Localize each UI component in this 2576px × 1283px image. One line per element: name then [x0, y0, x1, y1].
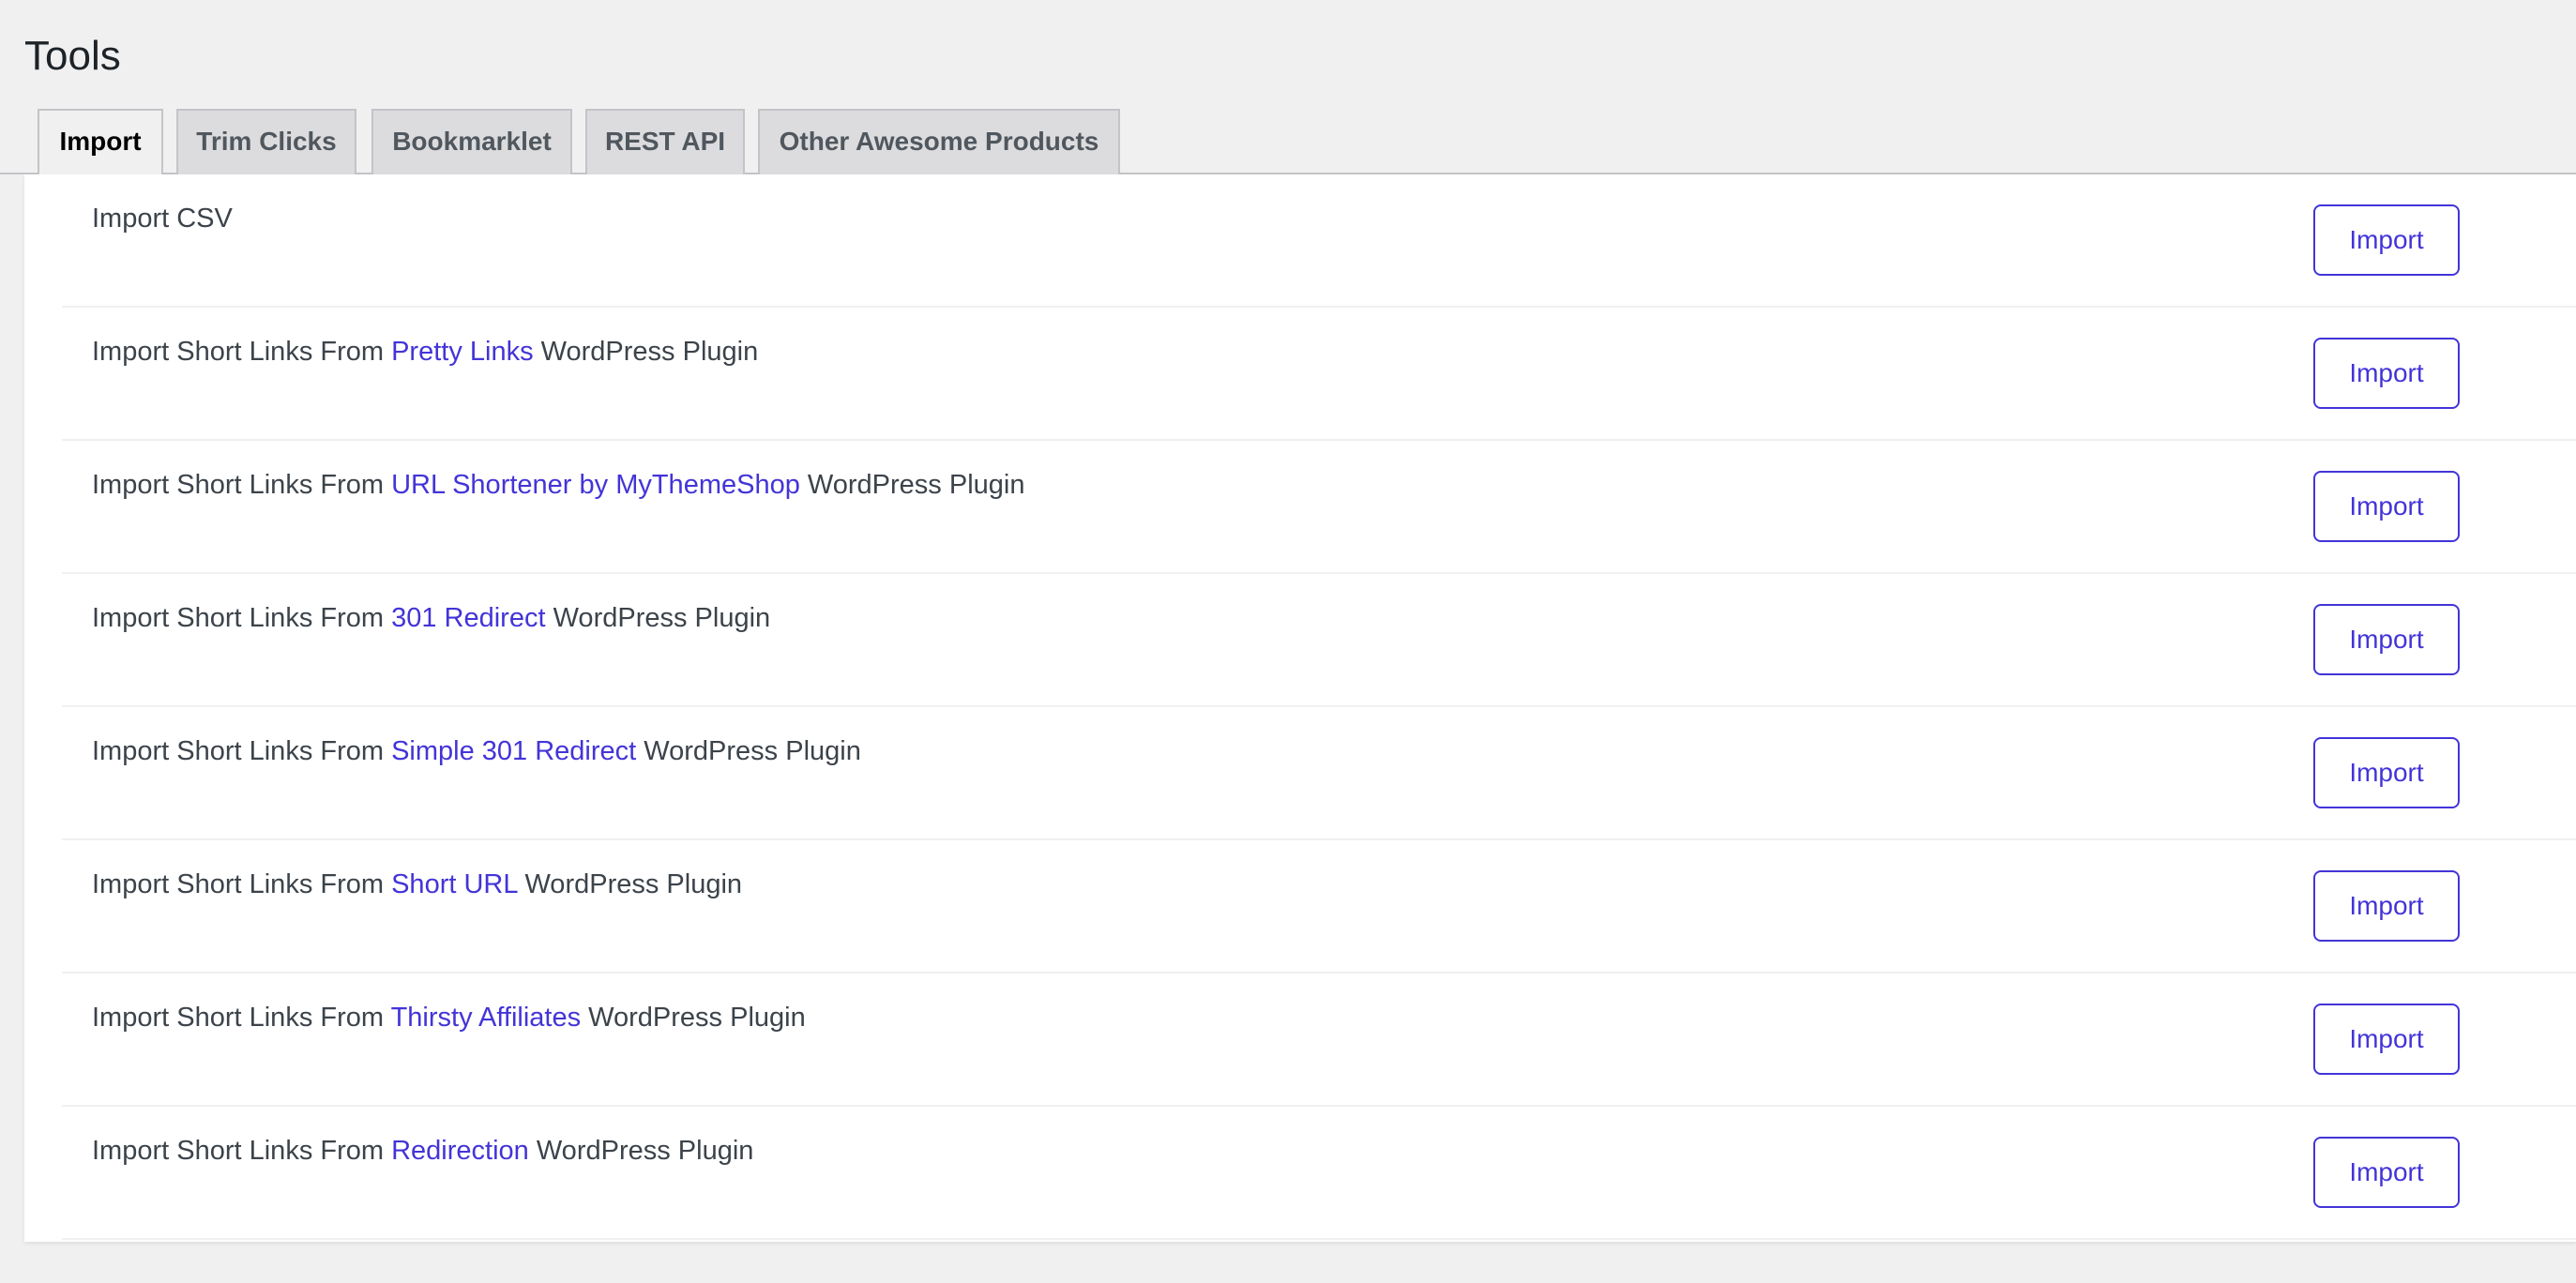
tab-import[interactable]: Import — [38, 109, 163, 176]
import-row-suffix: WordPress Plugin — [581, 1003, 806, 1033]
page-title: Tools — [24, 33, 121, 79]
import-row-label: Import Short Links From 301 Redirect Wor… — [92, 600, 770, 636]
url-shortener-plugin-link[interactable]: URL Shortener by MyThemeShop — [391, 470, 800, 500]
import-301-redirect-button[interactable]: Import — [2313, 604, 2460, 675]
thirsty-affiliates-plugin-link[interactable]: Thirsty Affiliates — [391, 1003, 582, 1033]
tab-rest-api[interactable]: REST API — [585, 109, 745, 174]
301-redirect-plugin-link[interactable]: 301 Redirect — [391, 603, 545, 633]
import-row-suffix: WordPress Plugin — [517, 869, 743, 899]
tab-bar: Import Trim Clicks Bookmarklet REST API … — [0, 109, 2576, 176]
simple-301-redirect-plugin-link[interactable]: Simple 301 Redirect — [391, 736, 636, 766]
import-row-suffix: WordPress Plugin — [799, 470, 1025, 500]
import-row-label: Import Short Links From Thirsty Affiliat… — [92, 1000, 806, 1035]
import-row-301-redirect: Import Short Links From 301 Redirect Wor… — [62, 574, 2576, 707]
import-csv-button[interactable]: Import — [2313, 204, 2460, 276]
import-pretty-links-button[interactable]: Import — [2313, 338, 2460, 409]
import-row-label: Import Short Links From Pretty Links Wor… — [92, 334, 758, 370]
import-row-redirection: Import Short Links From Redirection Word… — [62, 1107, 2576, 1240]
import-row-csv: Import CSV Import — [62, 174, 2576, 308]
tab-trim-clicks[interactable]: Trim Clicks — [176, 109, 356, 174]
import-row-label: Import Short Links From Redirection Word… — [92, 1133, 753, 1169]
import-row-suffix: WordPress Plugin — [528, 1136, 754, 1166]
tab-bookmarklet[interactable]: Bookmarklet — [371, 109, 572, 174]
import-row-prefix: Import Short Links From — [92, 470, 392, 500]
import-row-suffix: WordPress Plugin — [533, 337, 759, 367]
import-row-prefix: Import Short Links From — [92, 1003, 391, 1033]
import-row-simple-301-redirect: Import Short Links From Simple 301 Redir… — [62, 707, 2576, 840]
import-row-pretty-links: Import Short Links From Pretty Links Wor… — [62, 308, 2576, 441]
redirection-plugin-link[interactable]: Redirection — [391, 1136, 529, 1166]
import-row-short-url: Import Short Links From Short URL WordPr… — [62, 840, 2576, 974]
import-thirsty-affiliates-button[interactable]: Import — [2313, 1004, 2460, 1075]
pretty-links-plugin-link[interactable]: Pretty Links — [391, 337, 534, 367]
import-row-prefix: Import Short Links From — [92, 337, 392, 367]
import-row-prefix: Import Short Links From — [92, 1136, 392, 1166]
import-panel: Import CSV Import Import Short Links Fro… — [24, 174, 2576, 1242]
import-redirection-button[interactable]: Import — [2313, 1137, 2460, 1208]
import-row-label: Import Short Links From Simple 301 Redir… — [92, 733, 861, 769]
import-row-thirsty-affiliates: Import Short Links From Thirsty Affiliat… — [62, 974, 2576, 1107]
import-row-prefix: Import CSV — [92, 204, 233, 234]
import-row-url-shortener: Import Short Links From URL Shortener by… — [62, 441, 2576, 574]
import-url-shortener-button[interactable]: Import — [2313, 471, 2460, 542]
short-url-plugin-link[interactable]: Short URL — [391, 869, 517, 899]
import-row-label: Import CSV — [92, 201, 233, 236]
import-simple-301-redirect-button[interactable]: Import — [2313, 737, 2460, 808]
import-short-url-button[interactable]: Import — [2313, 870, 2460, 942]
tab-other-awesome-products[interactable]: Other Awesome Products — [758, 109, 1120, 174]
import-row-label: Import Short Links From URL Shortener by… — [92, 467, 1024, 503]
import-row-prefix: Import Short Links From — [92, 736, 392, 766]
import-row-label: Import Short Links From Short URL WordPr… — [92, 867, 742, 902]
import-row-prefix: Import Short Links From — [92, 603, 392, 633]
import-row-suffix: WordPress Plugin — [636, 736, 861, 766]
import-row-suffix: WordPress Plugin — [545, 603, 771, 633]
import-row-prefix: Import Short Links From — [92, 869, 392, 899]
